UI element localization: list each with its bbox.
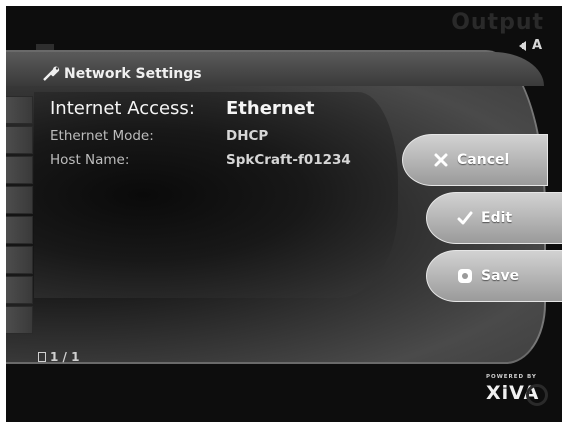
output-indicator: A: [518, 38, 542, 53]
cancel-button-label: Cancel: [457, 152, 510, 168]
save-icon: [458, 269, 472, 283]
edit-button-label: Edit: [481, 210, 513, 226]
wrench-icon: [43, 66, 60, 81]
host-name-row[interactable]: Host Name: SpkCraft-f01234: [50, 152, 351, 168]
internet-access-value: Ethernet: [226, 98, 315, 119]
speaker-icon: [518, 40, 526, 51]
output-label: Output: [451, 10, 544, 35]
side-tab[interactable]: [6, 276, 33, 304]
save-button[interactable]: Save: [426, 250, 562, 302]
host-name-label: Host Name:: [50, 152, 130, 168]
side-tab[interactable]: [6, 306, 33, 334]
page-icon: [38, 352, 46, 362]
panel-title: Network Settings: [42, 66, 202, 82]
ethernet-mode-row[interactable]: Ethernet Mode: DHCP: [50, 128, 268, 144]
save-button-label: Save: [481, 268, 520, 284]
host-name-value: SpkCraft-f01234: [226, 152, 351, 168]
page-indicator-text: 1 / 1: [50, 350, 80, 364]
edit-button[interactable]: Edit: [426, 192, 562, 244]
network-settings-panel: Network Settings Internet Access: Ethern…: [6, 50, 562, 404]
panel-title-text: Network Settings: [64, 66, 202, 82]
close-icon: [434, 153, 448, 167]
screen: Output A Network Settings Internet Acces…: [6, 6, 562, 422]
ethernet-mode-value: DHCP: [226, 128, 269, 144]
side-tab[interactable]: [6, 186, 33, 214]
powered-by-label: POWERED BY: [486, 374, 537, 380]
side-tab[interactable]: [6, 216, 33, 244]
side-tab[interactable]: [6, 156, 33, 184]
side-tabs: [6, 96, 34, 336]
checkmark-icon: [457, 211, 473, 225]
internet-access-row[interactable]: Internet Access: Ethernet: [50, 98, 314, 119]
bottom-logo-icon: [526, 384, 548, 406]
ethernet-mode-label: Ethernet Mode:: [50, 128, 154, 144]
internet-access-label: Internet Access:: [50, 98, 195, 119]
side-tab[interactable]: [6, 246, 33, 274]
side-tab[interactable]: [6, 96, 33, 124]
settings-content: Internet Access: Ethernet Ethernet Mode:…: [34, 92, 398, 298]
output-channel: A: [531, 38, 542, 53]
page-indicator: 1 / 1: [38, 350, 79, 364]
side-tab[interactable]: [6, 126, 33, 154]
cancel-button[interactable]: Cancel: [402, 134, 548, 186]
